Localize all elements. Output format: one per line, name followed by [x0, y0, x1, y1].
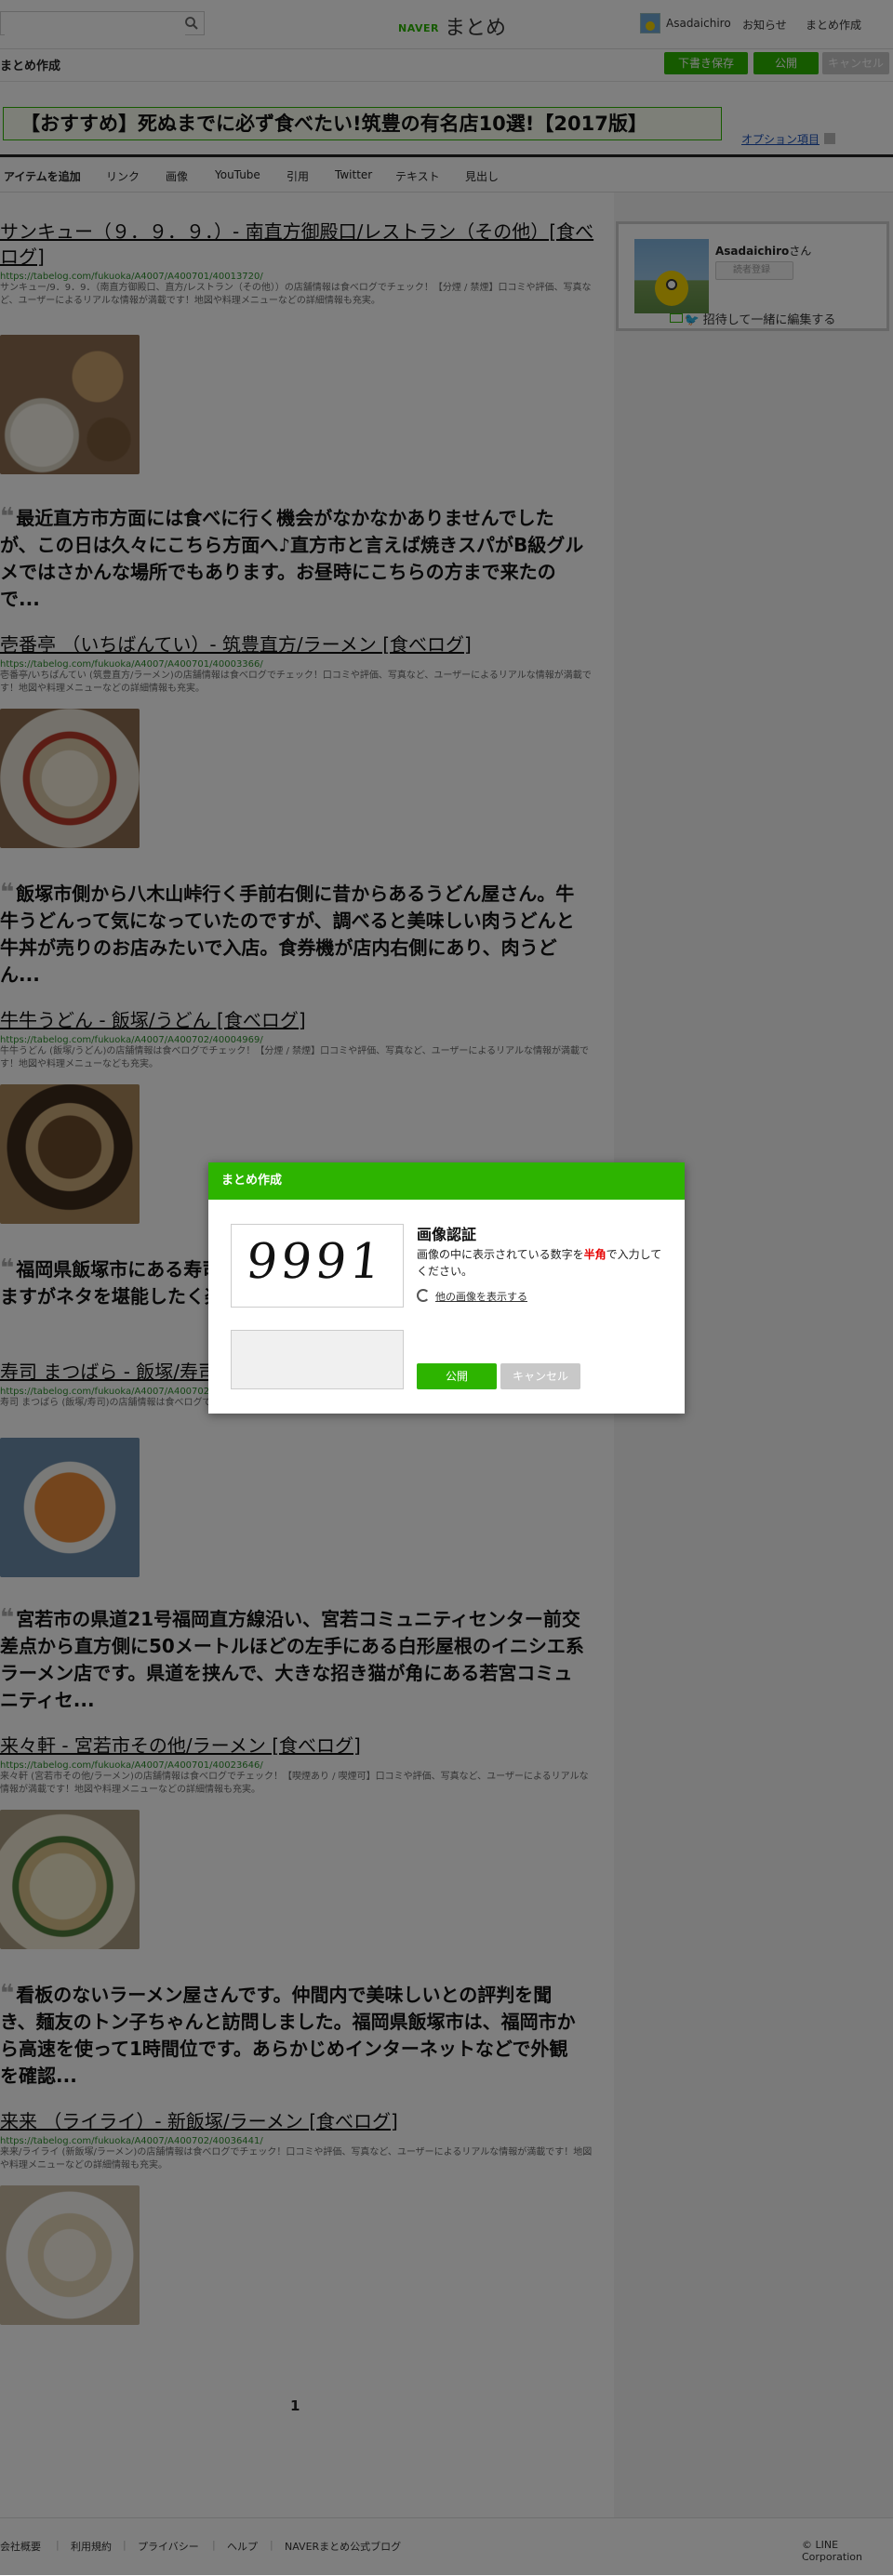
captcha-title: 画像認証	[417, 1226, 477, 1243]
dialog-title: まとめ作成	[208, 1162, 685, 1200]
captcha-digits: 9991	[243, 1234, 388, 1290]
dialog-cancel-button[interactable]: キャンセル	[500, 1363, 580, 1389]
captcha-instructions: 画像の中に表示されている数字を半角で入力してください。	[417, 1246, 668, 1280]
captcha-desc-highlight: 半角	[583, 1248, 606, 1261]
refresh-label: 他の画像を表示する	[435, 1291, 527, 1303]
captcha-input[interactable]	[231, 1330, 404, 1389]
dialog-publish-button[interactable]: 公開	[417, 1363, 497, 1389]
captcha-image: 9991	[231, 1224, 404, 1308]
refresh-captcha-link[interactable]: 他の画像を表示する	[417, 1289, 527, 1304]
captcha-dialog: まとめ作成 9991 画像認証 画像の中に表示されている数字を半角で入力してくだ…	[208, 1162, 685, 1414]
refresh-icon	[417, 1289, 430, 1302]
captcha-desc-before: 画像の中に表示されている数字を	[417, 1248, 584, 1261]
